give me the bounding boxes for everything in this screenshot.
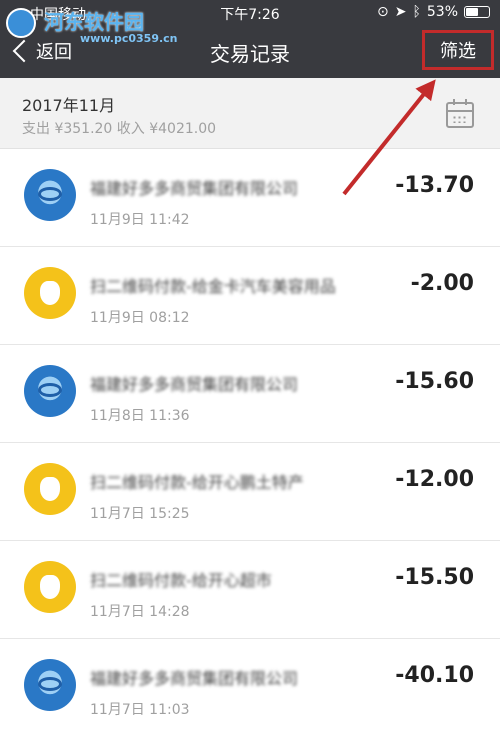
- transaction-list: 福建好多多商贸集团有限公司 11月9日 11:42 -13.70 扫二维码付款-…: [0, 149, 500, 736]
- merchant-avatar-icon: [24, 365, 76, 417]
- merchant-name: 福建好多多商贸集团有限公司: [90, 669, 299, 688]
- calendar-icon[interactable]: [446, 99, 474, 128]
- transaction-time: 11月9日 08:12: [90, 310, 190, 326]
- merchant-avatar-icon: [24, 561, 76, 613]
- top-bar: 中国移动 下午7:26 ⊙ ➤ ᛒ 53% 河东软件园 www.pc0359.c…: [0, 0, 500, 78]
- calendar-pin: [453, 99, 455, 105]
- month-label: 2017年11月: [22, 96, 116, 115]
- transaction-amount: -13.70: [395, 173, 474, 198]
- transaction-amount: -2.00: [410, 271, 474, 296]
- merchant-avatar-icon: [24, 659, 76, 711]
- battery-percent: 53%: [426, 4, 458, 20]
- transaction-row[interactable]: 扫二维码付款-给开心鹏土特产 11月7日 15:25 -12.00: [0, 443, 500, 541]
- merchant-name: 扫二维码付款-给开心超市: [90, 571, 272, 590]
- month-summary: 2017年11月 支出 ¥351.20 收入 ¥4021.00: [0, 78, 500, 149]
- merchant-avatar-icon: [24, 463, 76, 515]
- transaction-amount: -15.50: [395, 565, 474, 590]
- merchant-name: 福建好多多商贸集团有限公司: [90, 179, 299, 198]
- transaction-time: 11月7日 15:25: [90, 506, 190, 522]
- filter-button[interactable]: 筛选: [422, 30, 494, 70]
- status-right: ⊙ ➤ ᛒ 53%: [377, 4, 490, 20]
- calendar-grid: [452, 115, 468, 123]
- nav-bar: 返回 交易记录 筛选: [0, 26, 500, 78]
- transaction-row[interactable]: 扫二维码付款-给金卡汽车美容用品 11月9日 08:12 -2.00: [0, 247, 500, 345]
- calendar-pin: [465, 99, 467, 105]
- battery-icon: [464, 6, 490, 18]
- transaction-amount: -15.60: [395, 369, 474, 394]
- totals-label: 支出 ¥351.20 收入 ¥4021.00: [22, 121, 217, 137]
- merchant-name: 福建好多多商贸集团有限公司: [90, 375, 299, 394]
- transaction-row[interactable]: 福建好多多商贸集团有限公司 11月8日 11:36 -15.60: [0, 345, 500, 443]
- merchant-name: 扫二维码付款-给金卡汽车美容用品: [90, 277, 336, 296]
- transaction-row[interactable]: 福建好多多商贸集团有限公司 11月9日 11:42 -13.70: [0, 149, 500, 247]
- transaction-time: 11月9日 11:42: [90, 212, 190, 228]
- transaction-amount: -40.10: [395, 663, 474, 688]
- bluetooth-icon: ᛒ: [412, 4, 421, 20]
- merchant-avatar-icon: [24, 169, 76, 221]
- transaction-time: 11月7日 11:03: [90, 702, 190, 718]
- merchant-name: 扫二维码付款-给开心鹏土特产: [90, 473, 304, 492]
- transaction-row[interactable]: 扫二维码付款-给开心超市 11月7日 14:28 -15.50: [0, 541, 500, 639]
- merchant-avatar-icon: [24, 267, 76, 319]
- lock-rotation-icon: ⊙: [377, 4, 389, 20]
- transaction-amount: -12.00: [395, 467, 474, 492]
- location-icon: ➤: [394, 4, 407, 20]
- transaction-time: 11月8日 11:36: [90, 408, 190, 424]
- transaction-time: 11月7日 14:28: [90, 604, 190, 620]
- transaction-row[interactable]: 福建好多多商贸集团有限公司 11月7日 11:03 -40.10: [0, 639, 500, 736]
